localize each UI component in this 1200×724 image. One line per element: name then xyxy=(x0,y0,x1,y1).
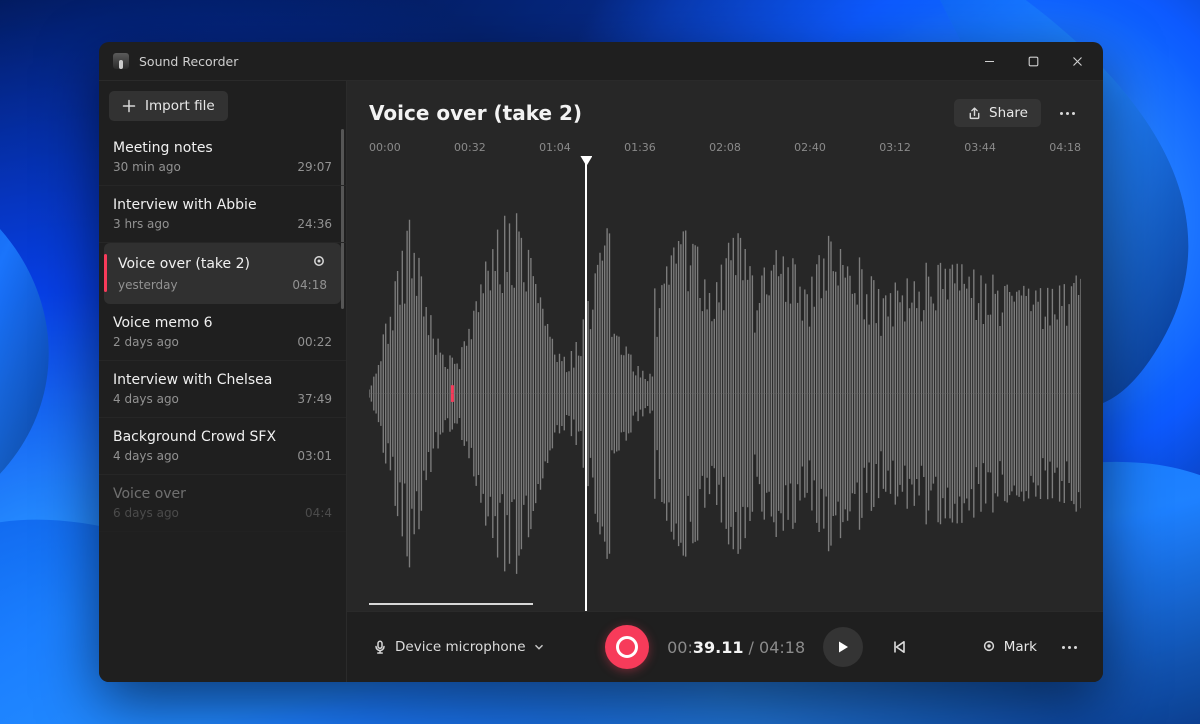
play-icon xyxy=(836,640,850,654)
input-device-selector[interactable]: Device microphone xyxy=(365,633,552,661)
chevron-down-icon xyxy=(534,642,544,652)
bottom-more-button[interactable] xyxy=(1053,631,1085,663)
record-button[interactable] xyxy=(605,625,649,669)
title-bar: Sound Recorder xyxy=(99,42,1103,81)
sidebar: Import file Meeting notes 30 min ago29:0… xyxy=(99,81,347,682)
list-item[interactable]: Interview with Chelsea 4 days ago37:49 xyxy=(99,361,346,418)
list-item-selected[interactable]: Voice over (take 2) yesterday04:18 xyxy=(104,243,341,304)
list-item[interactable]: Voice over 6 days ago04:4 xyxy=(99,475,346,532)
minimize-button[interactable] xyxy=(967,42,1011,80)
list-item[interactable]: Meeting notes 30 min ago29:07 xyxy=(99,129,346,186)
mini-timeline[interactable] xyxy=(369,603,1081,606)
bottom-bar: Device microphone 00:39.11 / 04:18 xyxy=(347,611,1103,682)
app-title: Sound Recorder xyxy=(139,54,238,69)
ellipsis-icon xyxy=(1062,646,1077,649)
plus-icon xyxy=(122,99,136,113)
skip-back-icon xyxy=(891,639,907,655)
marker-icon xyxy=(981,639,997,655)
time-ruler: 00:00 00:32 01:04 01:36 02:08 02:40 03:1… xyxy=(347,137,1103,154)
main-header: Voice over (take 2) Share xyxy=(347,81,1103,137)
list-item[interactable]: Interview with Abbie 3 hrs ago24:36 xyxy=(99,186,346,243)
mini-timeline-cursor xyxy=(585,599,587,609)
waveform[interactable] xyxy=(369,158,1081,611)
main-panel: Voice over (take 2) Share 00:00 00:32 01… xyxy=(347,81,1103,682)
record-icon xyxy=(616,636,638,658)
list-item[interactable]: Background Crowd SFX 4 days ago03:01 xyxy=(99,418,346,475)
ellipsis-icon xyxy=(1060,112,1075,115)
mini-timeline-progress xyxy=(369,603,533,606)
close-button[interactable] xyxy=(1055,42,1099,80)
marker-icon xyxy=(311,254,327,274)
share-icon xyxy=(967,106,982,121)
maximize-button[interactable] xyxy=(1011,42,1055,80)
skip-back-button[interactable] xyxy=(881,629,917,665)
app-window: Sound Recorder Import file Meeting notes xyxy=(99,42,1103,682)
recording-title: Voice over (take 2) xyxy=(369,101,944,125)
more-button[interactable] xyxy=(1051,97,1083,129)
microphone-icon xyxy=(373,640,387,654)
list-item[interactable]: Voice memo 6 2 days ago00:22 xyxy=(99,304,346,361)
playhead[interactable] xyxy=(585,158,587,611)
time-display: 00:39.11 / 04:18 xyxy=(667,638,805,657)
recording-list[interactable]: Meeting notes 30 min ago29:07 Interview … xyxy=(99,129,346,682)
import-label: Import file xyxy=(145,98,215,114)
transport-controls: 00:39.11 / 04:18 xyxy=(605,625,917,669)
play-button[interactable] xyxy=(823,627,863,667)
mark-button[interactable]: Mark xyxy=(971,633,1047,661)
import-file-button[interactable]: Import file xyxy=(109,91,228,121)
app-icon xyxy=(113,53,129,69)
share-button[interactable]: Share xyxy=(954,99,1041,127)
